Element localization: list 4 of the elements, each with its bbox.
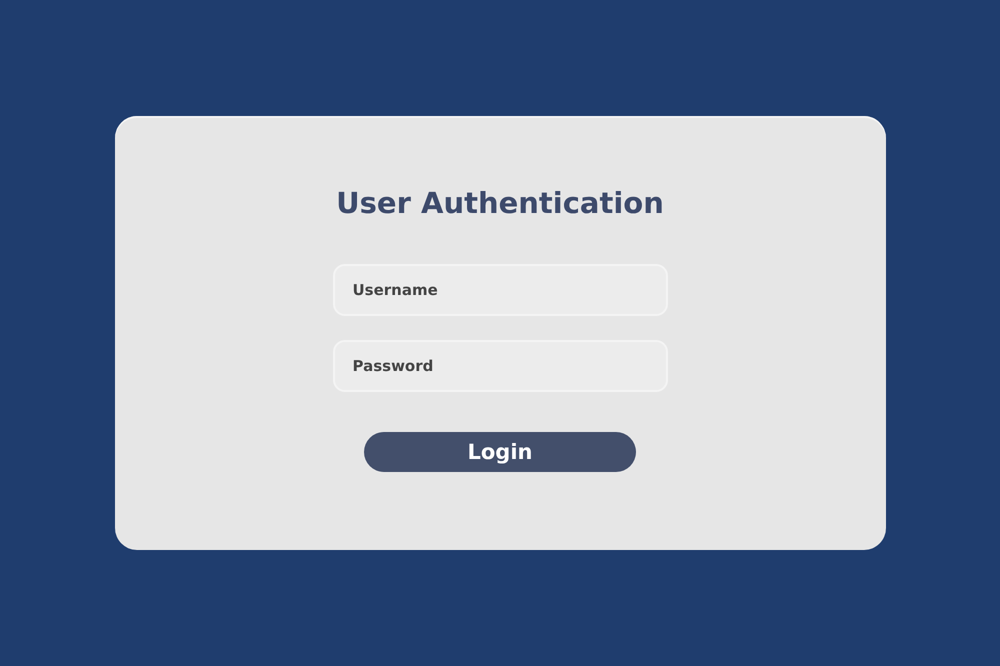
input-field[interactable]: Username <box>332 264 668 316</box>
input-field[interactable]: Password <box>332 340 668 392</box>
form-title: User Authentication <box>336 186 664 220</box>
login-button[interactable]: Login <box>364 432 636 472</box>
